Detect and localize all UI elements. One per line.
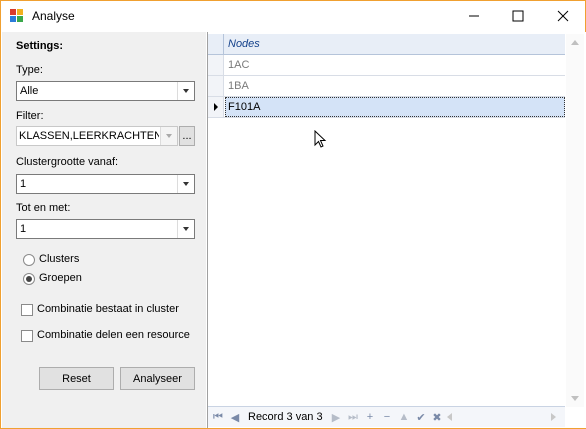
minimize-button[interactable] [451,1,496,31]
table-row[interactable]: 1BA [208,76,565,97]
checkbox-combinatie-resource[interactable] [21,330,33,342]
data-navigator: ⏮ ◀ Record 3 van 3 ▶ ⏭ + − ▲ ✔ ✖ [208,406,565,427]
cluster-from-select[interactable]: 1 [16,174,195,194]
cluster-from-value: 1 [20,178,27,190]
nav-first-icon[interactable]: ⏮ [211,410,225,424]
grid-header-corner [208,34,224,55]
cluster-to-dropdown-button[interactable] [177,220,194,238]
grid-header: Nodes [208,34,565,55]
horizontal-scrollbar[interactable] [444,411,559,423]
column-header-nodes[interactable]: Nodes [228,38,260,50]
row-selector[interactable] [208,55,224,75]
type-dropdown-button[interactable] [177,82,194,100]
nav-prev-icon[interactable]: ◀ [228,410,242,424]
nav-up-icon[interactable]: ▲ [397,410,411,424]
window-title: Analyse [32,9,75,23]
nav-ok-icon[interactable]: ✔ [414,410,428,424]
nav-append-icon[interactable]: + [363,410,377,424]
row-selector[interactable] [208,76,224,96]
cluster-to-label: Tot en met: [16,202,71,214]
table-cell[interactable]: 1AC [228,59,249,71]
radio-clusters-label[interactable]: Clusters [39,253,79,265]
radio-groepen-label[interactable]: Groepen [39,272,82,284]
close-button[interactable] [540,1,585,31]
record-indicator: Record 3 van 3 [248,411,323,423]
type-select[interactable]: Alle [16,81,195,101]
chevron-down-icon [183,182,189,186]
close-icon [557,10,568,22]
table-cell[interactable]: F101A [228,101,260,113]
settings-panel: Settings: Type: Alle Filter: KLASSEN,LEE… [2,32,206,428]
scroll-down-icon[interactable] [571,396,579,401]
checkbox-combinatie-resource-label[interactable]: Combinatie delen een resource [37,329,190,341]
type-label: Type: [16,64,43,76]
cluster-to-value: 1 [20,223,27,235]
mouse-cursor-icon [314,130,327,148]
radio-clusters[interactable] [23,254,35,266]
vertical-scrollbar[interactable] [566,34,584,407]
type-value: Alle [20,85,39,97]
row-selector[interactable] [208,97,224,117]
current-row-indicator-icon [214,103,218,111]
table-row-current[interactable]: F101A [208,97,565,118]
minimize-icon [468,15,479,17]
filter-browse-button[interactable]: ... [179,126,195,146]
cluster-from-dropdown-button[interactable] [177,175,194,193]
current-cell-highlight [225,97,565,117]
filter-dropdown-button[interactable] [160,127,177,145]
checkbox-combinatie-cluster[interactable] [21,304,33,316]
table-cell[interactable]: 1BA [228,80,249,92]
analyse-window: Analyse Settings: Type: Alle Filter: KLA… [0,0,586,429]
app-icon [10,9,24,23]
radio-groepen[interactable] [23,273,35,285]
nodes-grid: Nodes 1AC 1BA F101A ⏮ ◀ Record 3 van 3 ▶ [207,32,586,428]
reset-button[interactable]: Reset [39,367,114,390]
analyseer-button[interactable]: Analyseer [120,367,195,390]
chevron-down-icon [166,134,172,138]
nav-cancel-icon[interactable]: ✖ [430,410,444,424]
maximize-icon [512,10,523,22]
chevron-down-icon [183,227,189,231]
scroll-up-icon[interactable] [571,40,579,45]
filter-select[interactable]: KLASSEN,LEERKRACHTEN,... [16,126,178,146]
checkbox-combinatie-cluster-label[interactable]: Combinatie bestaat in cluster [37,303,179,315]
maximize-button[interactable] [495,1,540,31]
settings-heading: Settings: [16,40,64,52]
nav-last-icon[interactable]: ⏭ [346,410,360,424]
nav-next-icon[interactable]: ▶ [329,410,343,424]
chevron-down-icon [183,89,189,93]
scroll-arrows-icon [447,413,556,421]
filter-label: Filter: [16,110,44,122]
filter-value: KLASSEN,LEERKRACHTEN,... [19,130,159,142]
table-row[interactable]: 1AC [208,55,565,76]
title-bar: Analyse [1,1,585,31]
cluster-to-select[interactable]: 1 [16,219,195,239]
nav-delete-icon[interactable]: − [380,410,394,424]
cluster-from-label: Clustergrootte vanaf: [16,156,119,168]
